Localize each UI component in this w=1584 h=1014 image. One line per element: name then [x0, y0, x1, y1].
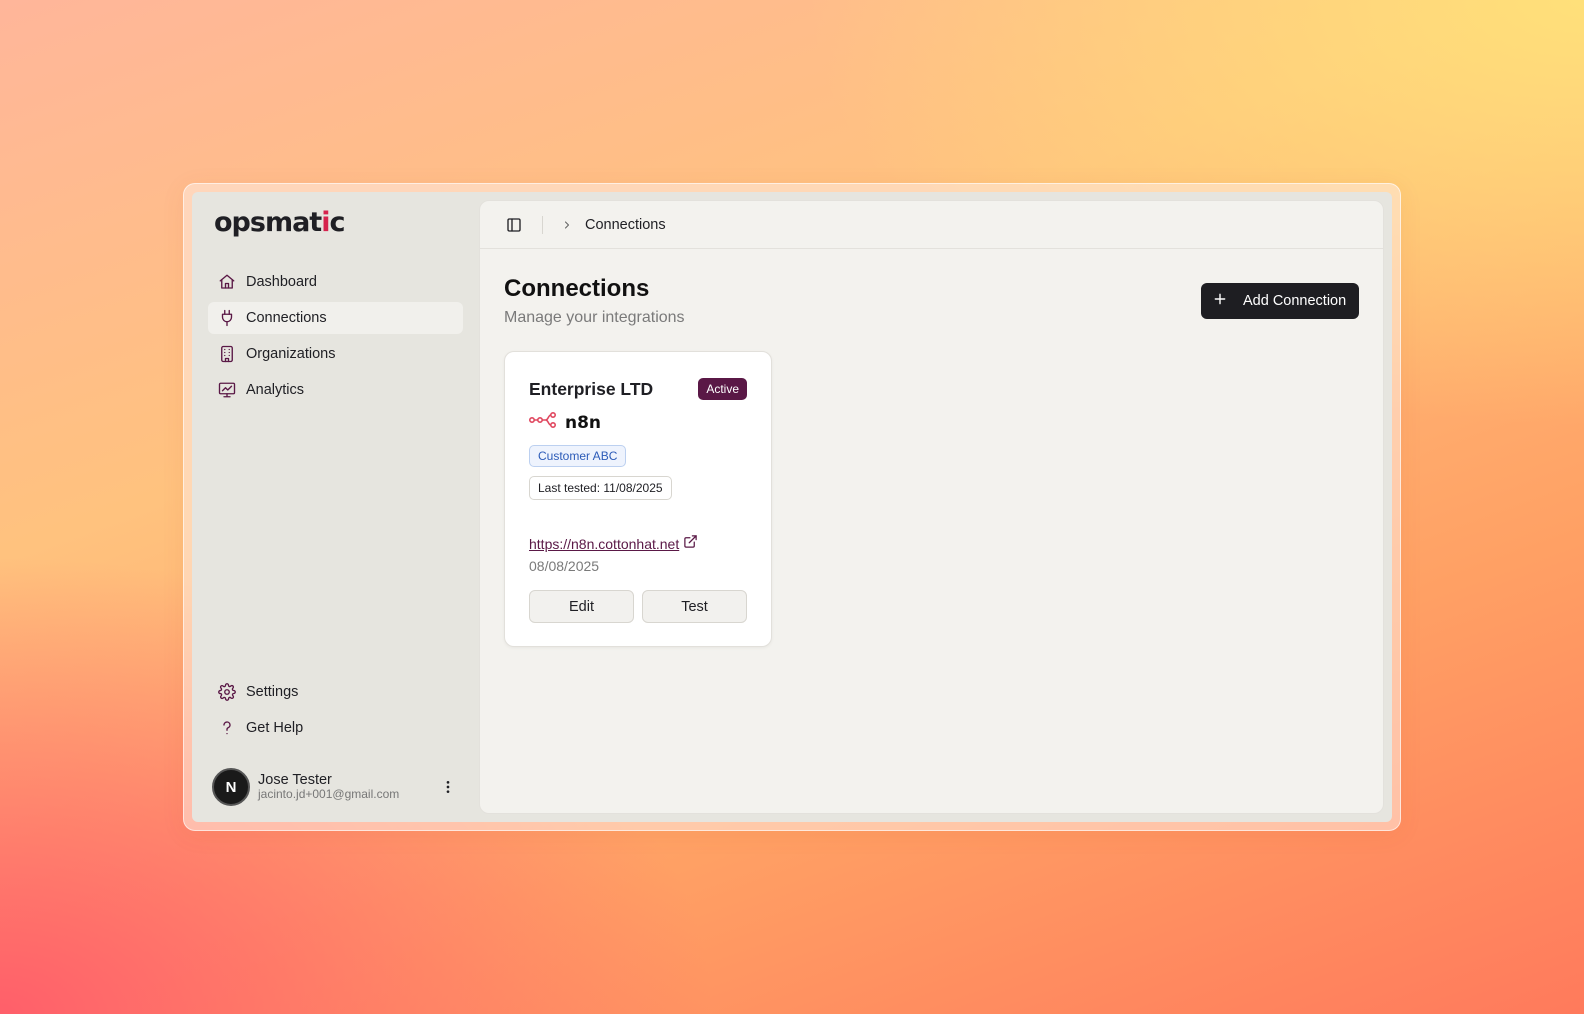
sidebar: opsmatic Dashboard Connections Organizat… [192, 192, 479, 822]
sidebar-item-get-help[interactable]: Get Help [208, 712, 463, 744]
url-row: https://n8n.cottonhat.net [529, 534, 747, 554]
sidebar-bottom: Settings Get Help N Jose Tester jacinto.… [208, 676, 463, 808]
customer-tag: Customer ABC [529, 445, 627, 467]
sidebar-item-label: Get Help [246, 720, 304, 736]
sidebar-item-organizations[interactable]: Organizations [208, 338, 463, 370]
add-connection-label: Add Connection [1243, 293, 1347, 309]
sidebar-item-connections[interactable]: Connections [208, 302, 463, 334]
top-bar: Connections [480, 201, 1383, 249]
sidebar-item-label: Settings [246, 684, 299, 700]
connection-name: Enterprise LTD [529, 378, 654, 399]
connection-url-link[interactable]: https://n8n.cottonhat.net [529, 536, 679, 552]
app-window: opsmatic Dashboard Connections Organizat… [192, 192, 1392, 822]
app-frame: opsmatic Dashboard Connections Organizat… [183, 183, 1401, 831]
chevron-right-icon [561, 219, 573, 231]
main-panel: Connections Connections Manage your inte… [479, 200, 1384, 814]
connection-date: 08/08/2025 [529, 558, 600, 574]
sidebar-item-analytics[interactable]: Analytics [208, 374, 463, 406]
n8n-logo-icon [528, 411, 557, 433]
last-tested-tag: Last tested: 11/08/2025 [529, 476, 672, 500]
external-link-icon[interactable] [683, 534, 698, 554]
page-content: Connections Manage your integrations Add… [480, 249, 1383, 673]
topbar-divider [542, 215, 543, 234]
main-nav: Dashboard Connections Organizations Anal… [208, 266, 463, 406]
more-vertical-icon[interactable] [437, 776, 459, 798]
gear-icon [218, 683, 236, 701]
status-badge: Active [698, 378, 747, 400]
user-name: Jose Tester [258, 771, 332, 788]
user-email: jacinto.jd+001@gmail.com [258, 787, 400, 802]
logo-tail: c [329, 207, 345, 238]
provider-row: n8n [528, 411, 747, 433]
presentation-chart-icon [218, 381, 236, 399]
user-info: Jose Tester jacinto.jd+001@gmail.com [258, 772, 429, 802]
breadcrumb[interactable]: Connections [585, 217, 666, 233]
building-icon [218, 345, 236, 363]
opsmatic-logo[interactable]: opsmatic [208, 206, 463, 244]
card-actions: Edit Test [529, 590, 747, 623]
card-header: Enterprise LTD Active [529, 378, 747, 400]
plug-icon [218, 309, 236, 327]
sidebar-toggle-icon[interactable] [504, 215, 524, 235]
question-icon [218, 719, 236, 737]
sidebar-item-dashboard[interactable]: Dashboard [208, 266, 463, 298]
edit-button[interactable]: Edit [529, 590, 634, 623]
sidebar-item-settings[interactable]: Settings [208, 676, 463, 708]
sidebar-item-label: Connections [246, 310, 327, 326]
test-button[interactable]: Test [642, 590, 747, 623]
plus-icon [1213, 292, 1227, 310]
connection-card: Enterprise LTD Active n8n Customer ABC L… [504, 351, 772, 647]
provider-name: n8n [565, 412, 602, 433]
sidebar-item-label: Analytics [246, 382, 305, 398]
home-icon [218, 273, 236, 291]
logo-text: opsmat [214, 207, 322, 238]
user-profile[interactable]: N Jose Tester jacinto.jd+001@gmail.com [208, 766, 463, 808]
avatar: N [212, 768, 250, 806]
add-connection-button[interactable]: Add Connection [1201, 283, 1359, 319]
sidebar-item-label: Organizations [246, 346, 336, 362]
sidebar-item-label: Dashboard [246, 274, 317, 290]
